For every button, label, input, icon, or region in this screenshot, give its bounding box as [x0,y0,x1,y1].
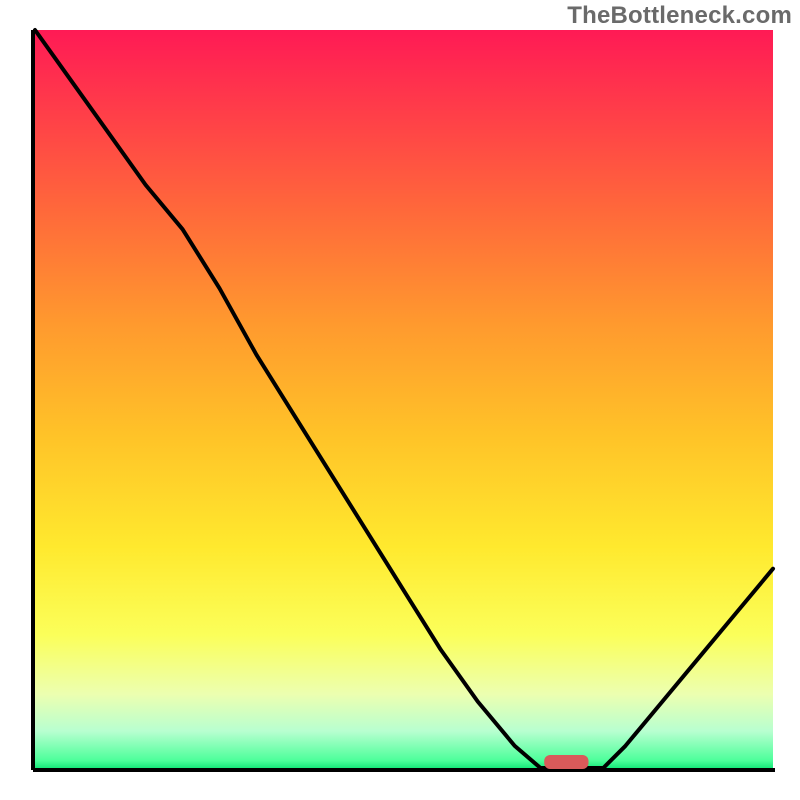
plot-background [35,30,773,768]
chart-container: TheBottleneck.com [0,0,800,800]
optimal-marker [544,755,588,769]
bottleneck-chart [0,0,800,800]
